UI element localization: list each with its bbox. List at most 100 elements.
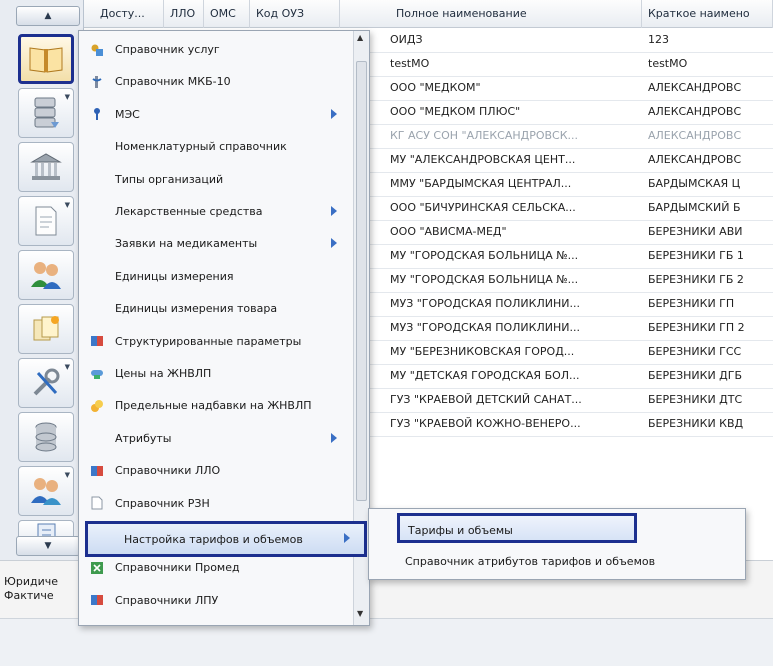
dropdown-triangle-icon: ▼ [64,471,70,479]
submenu-arrow-icon [344,533,350,543]
cell-full-name: ООО "МЕДКОМ" [390,81,481,94]
menu-item-label: Справочник МКБ-10 [115,75,231,89]
menu-scroll-up-icon[interactable]: ▲ [357,33,363,42]
cell-short-name: БАРДЫМСКИЙ Б [648,201,741,214]
menu-item-label: Структурированные параметры [115,334,302,348]
cell-full-name: ММУ "БАРДЫМСКАЯ ЦЕНТРАЛ... [390,177,572,190]
menu-icon-empty [89,236,105,252]
menu-item-label: Единицы измерения товара [115,302,278,316]
sticky-notes-icon [33,316,59,341]
submenu-arrow-icon [331,432,337,443]
menu-icon-empty [89,268,105,284]
cell-full-name: МУ "БЕРЕЗНИКОВСКАЯ ГОРОД... [390,345,575,358]
menu-item[interactable]: Предельные надбавки на ЖНВЛП [79,391,351,420]
toolbar-button-users[interactable] [18,250,74,300]
database-icon [35,422,57,452]
menu-item[interactable]: Настройка тарифов и объемов [85,521,367,557]
toolbar-scroll-up-button[interactable]: ▲ [16,6,80,26]
menu-item-label: Номенклатурный справочник [115,140,287,154]
menu-item-label: Справочники ЛПУ [115,593,219,607]
coins-icon [89,398,105,414]
menu-icon-empty [89,204,105,220]
cell-full-name: ООО "МЕДКОМ ПЛЮС" [390,105,521,118]
menu-item[interactable]: Справочник МКБ-10 [79,67,351,96]
submenu-arrow-icon [331,238,337,249]
cell-short-name: АЛЕКСАНДРОВС [648,105,742,118]
column-header-llo[interactable]: ЛЛО [164,0,204,28]
cell-full-name: testMO [390,57,430,70]
menu-item[interactable]: Лекарственные средства [79,197,351,226]
pin-icon [89,106,105,122]
medical-icon [89,74,105,90]
book-small-icon [89,333,105,349]
cell-short-name: АЛЕКСАНДРОВС [648,129,742,142]
menu-item-label: Лекарственные средства [115,205,263,218]
toolbar-button-organizations[interactable] [18,142,74,192]
cell-full-name: МУ "ДЕТСКАЯ ГОРОДСКАЯ БОЛ... [390,369,580,382]
menu-scroll-thumb[interactable] [356,61,367,501]
excel-icon [89,560,105,576]
pills-icon [89,366,105,382]
menu-scroll-down-icon[interactable]: ▼ [357,609,363,618]
toolbar-button-servers[interactable]: ▼ [18,88,74,138]
cell-short-name: БЕРЕЗНИКИ КВД [648,417,744,430]
menu-item[interactable]: Справочники Промед [79,553,351,582]
menu-item[interactable]: Справочник услуг [79,35,351,64]
column-header-short-name[interactable]: Краткое наимено [642,0,773,28]
tools-icon [33,368,60,396]
menu-icon-empty [89,171,105,187]
cell-full-name: ОИДЗ [390,33,423,46]
tariffs-submenu: Тарифы и объемы Справочник атрибутов тари… [368,508,746,580]
menu-icon-empty [89,139,105,155]
menu-item[interactable]: Справочники ЛПУ [79,586,351,615]
menu-item-label: Цены на ЖНВЛП [115,367,212,380]
toolbar-button-tools[interactable]: ▼ [18,358,74,408]
toolbar-scroll-down-button[interactable]: ▼ [16,536,80,556]
menu-item[interactable]: Справочник РЗН [79,489,351,518]
cell-short-name: testMO [648,57,688,70]
cell-short-name: БЕРЕЗНИКИ ГП 2 [648,321,745,334]
users-icon [31,262,61,289]
menu-item-label: Справочник услуг [115,43,220,56]
submenu-item[interactable]: Тарифы и объемы [397,513,637,543]
menu-item-label: Заявки на медикаменты [115,237,258,251]
menu-item[interactable]: Типы организаций [79,165,351,194]
menu-icon-empty [98,531,114,547]
dropdown-triangle-icon: ▼ [64,363,70,371]
menu-item[interactable]: Единицы измерения товара [79,294,351,323]
references-menu: ▲ ▼ Справочник услуг Справочник МКБ-10 МЭС… [78,30,370,626]
cell-short-name: АЛЕКСАНДРОВС [648,81,742,94]
book-small-icon [89,463,105,479]
menu-item[interactable]: Структурированные параметры [79,327,351,356]
column-header-oms[interactable]: ОМС [204,0,250,28]
menu-item[interactable]: Атрибуты [79,424,351,453]
toolbar-button-references[interactable] [18,34,74,84]
cell-full-name: МУЗ "ГОРОДСКАЯ ПОЛИКЛИНИ... [390,297,580,310]
menu-item[interactable]: Единицы измерения [79,262,351,291]
cell-full-name: МУ "ГОРОДСКАЯ БОЛЬНИЦА №... [390,249,579,262]
column-header-full-name[interactable]: Полное наименование [390,0,642,28]
menu-icon-empty [89,430,105,446]
dropdown-triangle-icon: ▼ [64,93,70,101]
menu-item[interactable]: Номенклатурный справочник [79,132,351,161]
menu-item-label: Настройка тарифов и объемов [124,532,303,546]
column-header-ouz-code[interactable]: Код ОУЗ [250,0,340,28]
grid-header: Досту... ЛЛО ОМС Код ОУЗ Полное наименов… [84,0,773,28]
cell-full-name: ГУЗ "КРАЕВОЙ ДЕТСКИЙ САНАТ... [390,393,582,406]
menu-item-label: Единицы измерения [115,269,234,283]
cell-full-name: ООО "БИЧУРИНСКАЯ СЕЛЬСКА... [390,201,576,214]
menu-item[interactable]: Справочники ЛЛО [79,456,351,485]
toolbar-button-notes[interactable] [18,304,74,354]
toolbar-button-documents[interactable]: ▼ [18,196,74,246]
toolbar-button-user-groups[interactable]: ▼ [18,466,74,516]
cell-full-name: ООО "АВИСМА-МЕД" [390,225,507,238]
column-header-access[interactable]: Досту... [94,0,164,28]
menu-item[interactable]: Заявки на медикаменты [79,229,351,258]
cell-short-name: БЕРЕЗНИКИ ГБ 2 [648,273,744,286]
menu-item[interactable]: Цены на ЖНВЛП [79,359,351,388]
submenu-item[interactable]: Справочник атрибутов тарифов и объемов [369,547,745,577]
menu-item[interactable]: МЭС [79,100,351,129]
cell-short-name: БЕРЕЗНИКИ ГСС [648,345,742,358]
user-group-icon [31,478,61,505]
toolbar-button-database[interactable] [18,412,74,462]
